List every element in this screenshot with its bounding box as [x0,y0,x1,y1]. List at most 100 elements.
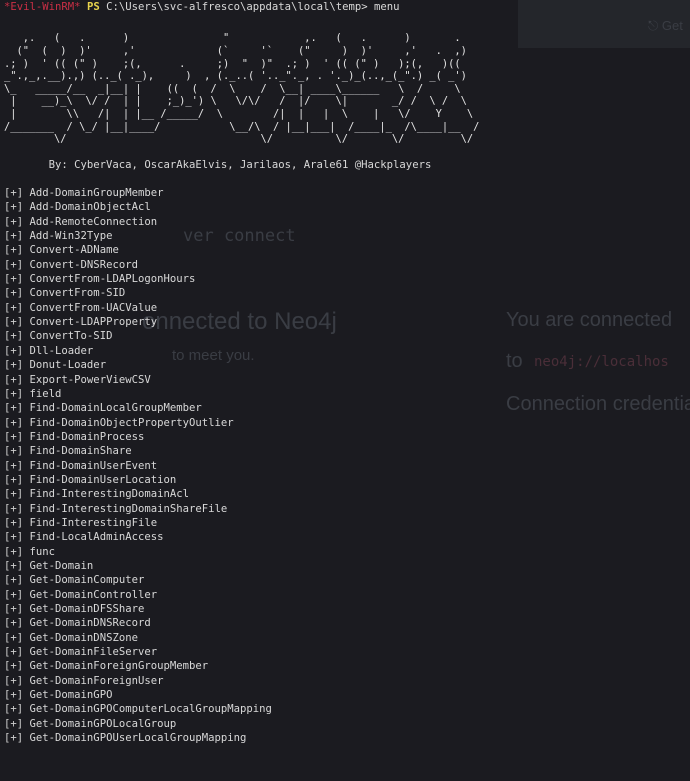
menu-item-label: func [29,545,56,558]
menu-item-label: Add-DomainGroupMember [29,187,164,200]
bullet-prefix: [+] [4,230,24,243]
menu-item: [+] Find-DomainUserEvent [4,459,690,473]
menu-item-label: ConvertTo-SID [29,330,113,343]
menu-item-label: Get-DomainDFSShare [29,603,145,615]
menu-item-label: Find-LocalAdminAccess [29,531,164,544]
bullet-prefix: [+] [4,488,24,501]
bullet-prefix: [+] [4,660,24,673]
menu-item-label: Get-DomainGPOUserLocalGroupMapping [29,732,247,745]
bullet-prefix: [+] [4,603,24,615]
menu-list: [+] Add-DomainGroupMember [+] Add-DomainO… [4,186,690,745]
menu-item: [+] Donut-Loader [4,358,690,372]
prompt-line: *Evil-WinRM* PS C:\Users\svc-alfresco\ap… [4,0,690,14]
bullet-prefix: [+] [4,387,24,400]
menu-item-label: Donut-Loader [29,359,107,372]
bullet-prefix: [+] [4,502,24,515]
bullet-prefix: [+] [4,287,24,300]
bullet-prefix: [+] [4,187,24,200]
menu-item: [+] Find-InterestingFile [4,516,690,530]
bullet-prefix: [+] [4,559,24,572]
bullet-prefix: [+] [4,545,24,558]
bullet-prefix: [+] [4,258,24,271]
menu-item: [+] Get-DomainFileServer [4,645,690,659]
prompt-command: menu [373,1,400,13]
menu-item: [+] ConvertFrom-UACValue [4,301,690,315]
menu-item-label: Get-Domain [29,559,94,572]
menu-item-label: Get-DomainFileServer [29,646,158,659]
prompt-tag: *Evil-WinRM* [4,1,81,13]
menu-item-label: Get-DomainGPOComputerLocalGroupMapping [29,703,272,716]
bullet-prefix: [+] [4,646,24,659]
bullet-prefix: [+] [4,631,24,644]
menu-item-label: Get-DomainGPO [29,689,113,702]
bullet-prefix: [+] [4,301,24,314]
menu-item: [+] ConvertFrom-SID [4,286,690,300]
prompt-path: C:\Users\svc-alfresco\appdata\local\temp… [106,1,368,13]
menu-item-label: ConvertFrom-LDAPLogonHours [29,273,196,286]
menu-item-label: Get-DomainForeignUser [29,674,164,687]
menu-item-label: Find-InterestingDomainAcl [29,488,189,501]
menu-item-label: Find-InterestingFile [29,516,158,529]
menu-item: [+] field [4,387,690,401]
menu-item: [+] Add-DomainGroupMember [4,186,690,200]
menu-item-label: Find-DomainObjectPropertyOutlier [29,416,234,429]
menu-item-label: Add-DomainObjectAcl [29,201,151,214]
bullet-prefix: [+] [4,574,24,587]
bullet-prefix: [+] [4,416,24,429]
menu-item: [+] Find-DomainProcess [4,430,690,444]
menu-item: [+] Add-Win32Type [4,229,690,243]
bullet-prefix: [+] [4,617,24,630]
bullet-prefix: [+] [4,531,24,544]
menu-item: [+] Add-RemoteConnection [4,215,690,229]
menu-item-label: Get-DomainDNSRecord [29,617,151,630]
menu-item-label: Find-DomainUserLocation [29,473,177,486]
menu-item: [+] func [4,545,690,559]
menu-item-label: Get-DomainDNSZone [29,631,138,644]
bullet-prefix: [+] [4,516,24,529]
menu-item-label: ConvertFrom-UACValue [29,301,158,314]
bullet-prefix: [+] [4,344,24,357]
bullet-prefix: [+] [4,703,24,716]
menu-item-label: Find-DomainLocalGroupMember [29,402,202,415]
bullet-prefix: [+] [4,244,24,257]
bullet-prefix: [+] [4,316,24,329]
menu-item-label: Find-DomainShare [29,445,132,458]
menu-item: [+] Get-DomainGPO [4,688,690,702]
menu-item: [+] Get-DomainComputer [4,573,690,587]
bullet-prefix: [+] [4,359,24,372]
menu-item: [+] Dll-Loader [4,344,690,358]
menu-item-label: Export-PowerViewCSV [29,373,151,386]
bullet-prefix: [+] [4,588,24,601]
menu-item-label: Dll-Loader [29,344,94,357]
menu-item-label: Convert-LDAPProperty [29,316,158,329]
menu-item: [+] Get-DomainForeignGroupMember [4,659,690,673]
bullet-prefix: [+] [4,717,24,730]
menu-item-label: Find-InterestingDomainShareFile [29,502,228,515]
menu-item-label: Convert-DNSRecord [29,258,138,271]
menu-item: [+] Export-PowerViewCSV [4,373,690,387]
menu-item: [+] Get-DomainDNSZone [4,631,690,645]
bullet-prefix: [+] [4,674,24,687]
bullet-prefix: [+] [4,373,24,386]
bullet-prefix: [+] [4,330,24,343]
menu-item: [+] Find-DomainUserLocation [4,473,690,487]
menu-item: [+] Get-Domain [4,559,690,573]
bullet-prefix: [+] [4,430,24,443]
menu-item-label: Get-DomainComputer [29,574,145,587]
menu-item: [+] Find-DomainLocalGroupMember [4,401,690,415]
menu-item: [+] Convert-DNSRecord [4,258,690,272]
bullet-prefix: [+] [4,402,24,415]
menu-item: [+] Find-DomainShare [4,444,690,458]
menu-item-label: Get-DomainForeignGroupMember [29,660,209,673]
menu-item: [+] Get-DomainGPOUserLocalGroupMapping [4,731,690,745]
bullet-prefix: [+] [4,201,24,214]
bullet-prefix: [+] [4,445,24,458]
menu-item: [+] Get-DomainGPOComputerLocalGroupMappi… [4,702,690,716]
menu-item-label: Get-DomainGPOLocalGroup [29,717,177,730]
credits-line: By: CyberVaca, OscarAkaElvis, Jarilaos, … [4,158,432,171]
menu-item-label: Add-Win32Type [29,230,113,243]
terminal-window[interactable]: *Evil-WinRM* PS C:\Users\svc-alfresco\ap… [4,0,690,781]
menu-item: [+] Find-LocalAdminAccess [4,530,690,544]
menu-item: [+] Convert-ADName [4,243,690,257]
ascii-banner: ,. ( . ) " ,. ( . ) . (" ( ) )' ,' (` '`… [4,32,480,146]
